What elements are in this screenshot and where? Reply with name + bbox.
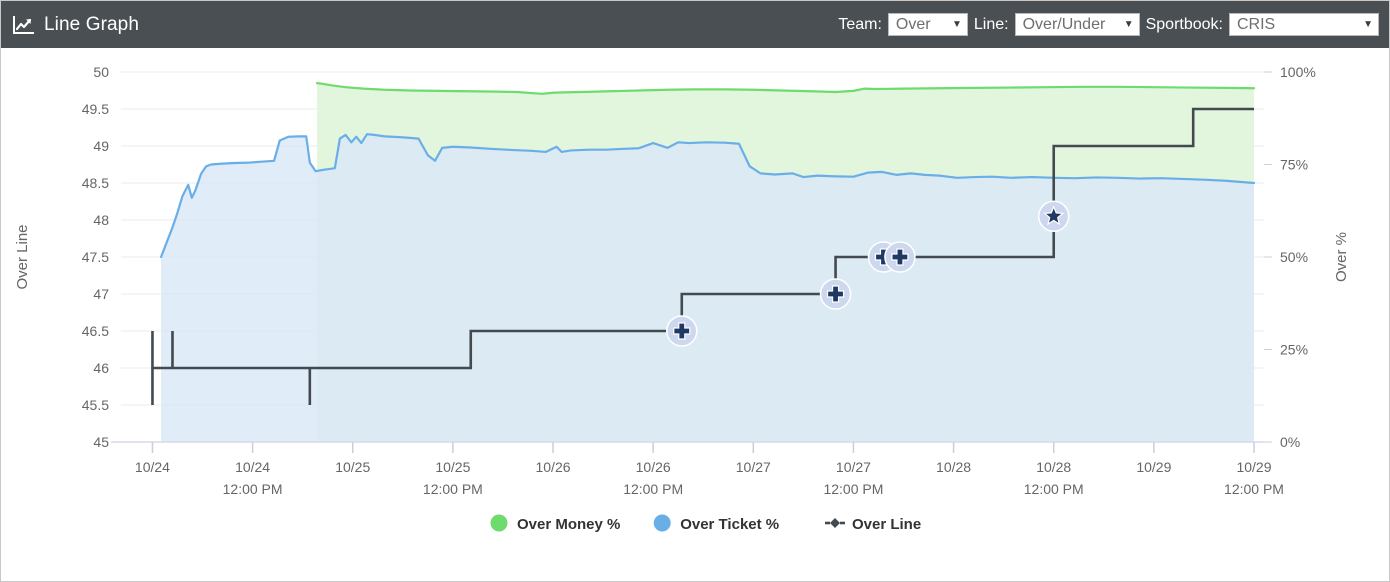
area-fills [161, 83, 1255, 442]
y-axis-right: 0% 25% 50% 75% 100% Over % [1264, 64, 1350, 450]
chevron-down-icon: ▼ [1123, 18, 1134, 30]
y-axis-tick-label: 48 [93, 212, 109, 228]
x-axis-tick-time-label: 12:00 PM [423, 481, 483, 497]
x-axis-tick-label: 10/28 [936, 459, 971, 475]
x-axis-tick-time-label: 12:00 PM [823, 481, 883, 497]
sportbook-select[interactable]: CRIS ▼ [1229, 13, 1379, 36]
x-axis-tick-time-label: 12:00 PM [1024, 481, 1084, 497]
x-axis-tick-label: 10/26 [535, 459, 570, 475]
chart-legend[interactable]: Over Money % Over Ticket % Over Line [490, 514, 922, 534]
x-axis-tick-time-label: 12:00 PM [623, 481, 683, 497]
panel-header: Line Graph Team: Over ▼ Line: Over/Under… [1, 1, 1389, 48]
legend-item[interactable]: Over Line [825, 516, 921, 533]
line-graph-panel: Line Graph Team: Over ▼ Line: Over/Under… [0, 0, 1390, 582]
y-axis-tick-label: 49 [93, 138, 109, 154]
y-axis-tick-label: 47 [93, 286, 109, 302]
x-axis-tick-time-label: 12:00 PM [1224, 481, 1284, 497]
team-label: Team: [838, 15, 882, 33]
x-axis-tick-label: 10/27 [836, 459, 871, 475]
team-select-value: Over [895, 15, 931, 33]
x-axis: 10/24 10/24 12:00 PM 10/25 10/25 12:00 PM 10/2… [111, 441, 1284, 497]
legend-label: Over Money % [517, 516, 620, 533]
line-change-marker[interactable] [666, 315, 698, 347]
y-axis-tick-label: 46 [93, 360, 109, 376]
over-ticket-area [161, 134, 1254, 442]
x-axis-tick-time-label: 12:00 PM [223, 481, 283, 497]
x-axis-tick-label: 10/27 [736, 459, 771, 475]
legend-label: Over Ticket % [680, 516, 779, 533]
x-axis-tick-label: 10/26 [636, 459, 671, 475]
chevron-down-icon: ▼ [1363, 18, 1373, 30]
legend-circle-icon [653, 514, 671, 532]
y-axis-tick-label: 46.5 [82, 323, 109, 339]
y-axis-tick-label: 48.5 [82, 175, 109, 191]
x-axis-tick-label: 10/29 [1236, 459, 1271, 475]
y2-axis-tick-label: 25% [1280, 342, 1308, 358]
y-axis-tick-label: 50 [93, 64, 109, 80]
chevron-down-icon: ▼ [952, 18, 962, 30]
y2-axis-tick-label: 75% [1280, 157, 1308, 173]
header-controls: Team: Over ▼ Line: Over/Under ▼ Sportboo… [838, 13, 1379, 36]
team-select[interactable]: Over ▼ [887, 13, 968, 36]
x-axis-tick-label: 10/25 [335, 459, 370, 475]
y-axis-tick-label: 47.5 [82, 249, 109, 265]
y-axis-title: Over Line [14, 224, 31, 289]
legend-circle-icon [490, 514, 508, 532]
legend-label: Over Line [852, 516, 921, 533]
sportbook-label: Sportbook: [1145, 15, 1223, 33]
legend-item[interactable]: Over Ticket % [653, 514, 779, 534]
y2-axis-tick-label: 100% [1280, 64, 1316, 80]
x-axis-tick-label: 10/29 [1136, 459, 1171, 475]
x-axis-tick-label: 10/24 [235, 459, 270, 475]
line-chart-icon [13, 15, 35, 35]
sportbook-select-value: CRIS [1237, 15, 1276, 33]
y-axis-tick-label: 45 [93, 434, 109, 450]
x-axis-tick-label: 10/28 [1036, 459, 1071, 475]
legend-item[interactable]: Over Money % [490, 514, 621, 534]
y2-axis-tick-label: 0% [1280, 434, 1300, 450]
line-graph-svg: 45 45.5 46 46.5 47 47.5 48 48.5 49 49.5 50 Over Lin… [14, 64, 1350, 534]
legend-diamond-icon [830, 518, 840, 528]
y2-axis-tick-label: 50% [1280, 249, 1308, 265]
chart-container: 45 45.5 46 46.5 47 47.5 48 48.5 49 49.5 50 Over Lin… [1, 48, 1389, 581]
line-change-marker[interactable] [884, 241, 916, 273]
x-axis-tick-label: 10/25 [435, 459, 470, 475]
y-axis-tick-label: 49.5 [82, 101, 109, 117]
line-change-marker[interactable] [819, 278, 852, 310]
y2-axis-title: Over % [1333, 232, 1350, 282]
header-title-group: Line Graph [13, 14, 139, 36]
line-label: Line: [973, 15, 1009, 33]
y-axis-tick-label: 45.5 [82, 397, 109, 413]
line-select[interactable]: Over/Under ▼ [1014, 13, 1140, 36]
y-axis-left: 45 45.5 46 46.5 47 47.5 48 48.5 49 49.5 50 Over Lin… [14, 64, 109, 450]
line-change-marker[interactable] [1037, 200, 1070, 233]
x-axis-tick-label: 10/24 [135, 459, 170, 475]
page-title: Line Graph [44, 13, 140, 35]
line-select-value: Over/Under [1022, 15, 1106, 33]
